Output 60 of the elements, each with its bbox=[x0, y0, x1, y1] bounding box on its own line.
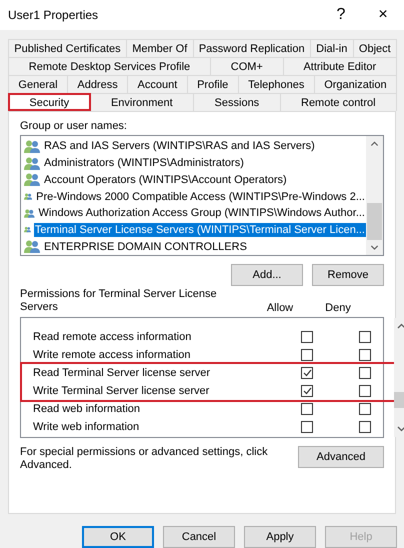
dialog-button[interactable]: Cancel bbox=[163, 526, 235, 548]
group-list-item[interactable]: Pre-Windows 2000 Compatible Access (WINTIPS\Pre-Windows 2... bbox=[35, 190, 366, 204]
dialog-button[interactable]: OK bbox=[82, 526, 154, 548]
users-icon bbox=[24, 173, 40, 186]
checkbox[interactable] bbox=[301, 421, 313, 433]
scroll-up-icon[interactable] bbox=[397, 323, 404, 329]
checkbox[interactable] bbox=[359, 421, 371, 433]
permission-name: Write web information bbox=[32, 421, 140, 433]
group-list-item[interactable]: ENTERPRISE DOMAIN CONTROLLERS bbox=[43, 240, 248, 254]
dialog-button[interactable]: Apply bbox=[244, 526, 316, 548]
tab[interactable]: Telephones bbox=[238, 75, 315, 93]
checkbox[interactable] bbox=[301, 367, 313, 379]
group-list-item[interactable]: Windows Authorization Access Group (WINTIPS\Windows Author... bbox=[38, 206, 366, 220]
checkbox[interactable] bbox=[301, 349, 313, 361]
scroll-thumb[interactable] bbox=[367, 203, 382, 240]
checkbox[interactable] bbox=[359, 403, 371, 415]
advanced-hint: For special permissions or advanced settings, click Advanced. bbox=[20, 446, 269, 472]
deny-heading: Deny bbox=[324, 302, 352, 314]
users-icon bbox=[24, 156, 40, 170]
tab[interactable]: Published Certificates bbox=[8, 39, 127, 57]
checkbox[interactable] bbox=[359, 331, 371, 343]
tab[interactable]: Organization bbox=[314, 75, 397, 93]
tab[interactable]: Object bbox=[352, 39, 397, 57]
tab[interactable]: General bbox=[8, 75, 68, 93]
permission-name: Read remote access information bbox=[32, 331, 192, 343]
checkbox[interactable] bbox=[359, 385, 371, 397]
scrollbar[interactable] bbox=[366, 136, 383, 255]
advanced-button[interactable]: Advanced bbox=[298, 446, 384, 468]
checkbox[interactable] bbox=[301, 331, 313, 343]
group-list-label: Group or user names: bbox=[20, 120, 128, 132]
checkbox[interactable] bbox=[301, 385, 313, 397]
close-button[interactable]: × bbox=[362, 0, 404, 30]
permission-name: Read Terminal Server license server bbox=[32, 367, 212, 379]
help-button[interactable]: ? bbox=[320, 0, 362, 30]
tab[interactable]: Remote control bbox=[280, 93, 397, 111]
group-list-item[interactable]: Administrators (WINTIPS\Administrators) bbox=[43, 156, 245, 170]
users-icon bbox=[24, 140, 40, 153]
tab[interactable]: Attribute Editor bbox=[282, 57, 397, 75]
group-list-item[interactable]: Account Operators (WINTIPS\Account Operators) bbox=[43, 172, 288, 187]
scroll-up-icon[interactable] bbox=[370, 141, 379, 146]
list-button[interactable]: Remove bbox=[312, 264, 384, 286]
checkbox[interactable] bbox=[301, 403, 313, 415]
tab[interactable]: Password Replication bbox=[192, 39, 311, 57]
permission-name: Write Terminal Server license server bbox=[32, 385, 210, 397]
permission-name: Write remote access information bbox=[32, 349, 192, 361]
users-icon bbox=[24, 206, 35, 220]
scroll-down-icon[interactable] bbox=[397, 426, 404, 432]
permission-name: Read web information bbox=[32, 403, 142, 415]
checkbox[interactable] bbox=[359, 367, 371, 379]
tab[interactable]: Security bbox=[8, 93, 91, 111]
group-list-item[interactable]: RAS and IAS Servers (WINTIPS\RAS and IAS Servers) bbox=[43, 139, 316, 154]
permissions-label: Permissions for Terminal Server License Servers bbox=[20, 288, 218, 314]
list-button[interactable]: Add... bbox=[231, 264, 303, 286]
checkbox[interactable] bbox=[359, 349, 371, 361]
group-list-item[interactable]: Terminal Server License Servers (WINTIPS\Terminal Server Licen... bbox=[34, 222, 366, 237]
scroll-down-icon[interactable] bbox=[370, 244, 379, 250]
window-title: User1 Properties bbox=[8, 8, 100, 22]
allow-heading: Allow bbox=[266, 302, 294, 314]
tab[interactable]: Remote Desktop Services Profile bbox=[8, 57, 211, 75]
users-icon bbox=[24, 240, 40, 254]
